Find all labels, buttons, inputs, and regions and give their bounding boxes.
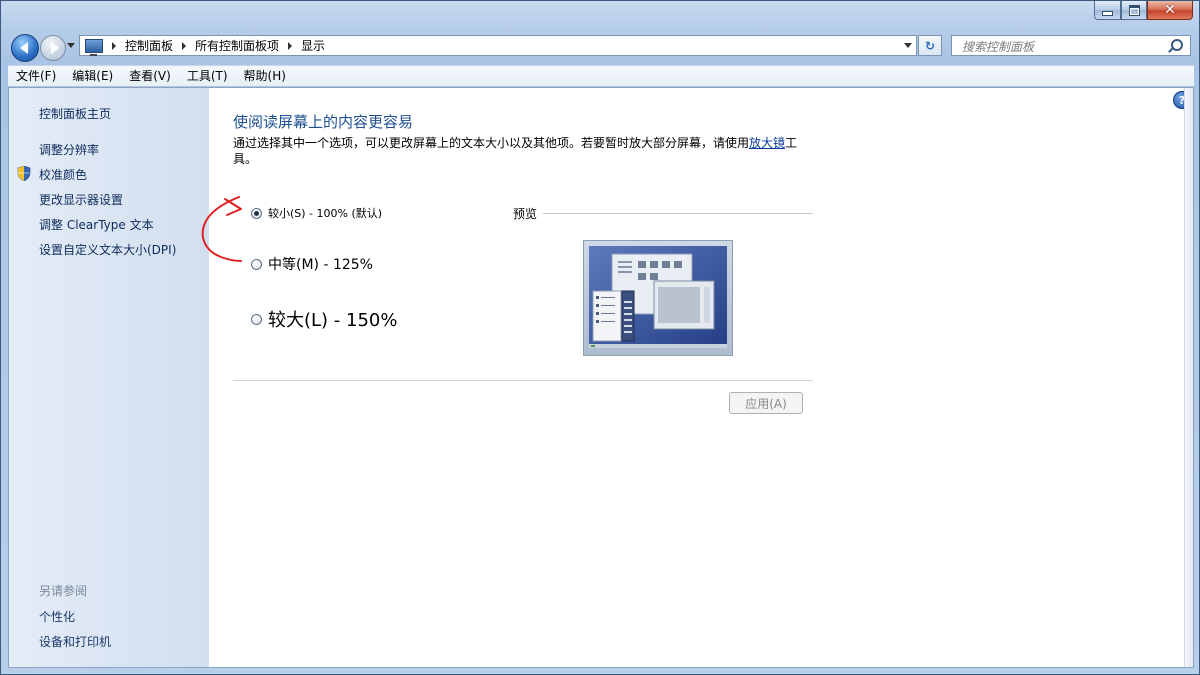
magnifier-link[interactable]: 放大镜 — [749, 136, 785, 150]
control-panel-window: ✕ 控制面板 所有控制面板项 显示 ↻ 文件(F) 编辑(E) 查看(V) 工具… — [0, 0, 1200, 675]
address-bar[interactable]: 控制面板 所有控制面板项 显示 — [79, 35, 917, 56]
maximize-button[interactable] — [1121, 1, 1147, 20]
description-text: 通过选择其中一个选项，可以更改屏幕上的文本大小以及其他项。若要暂时放大部分屏幕，… — [233, 136, 750, 150]
forward-arrow-icon — [50, 42, 59, 54]
forward-button[interactable] — [40, 35, 66, 61]
preview-image — [583, 240, 733, 356]
menu-help[interactable]: 帮助(H) — [236, 66, 294, 86]
minimize-icon — [1102, 10, 1113, 16]
refresh-icon: ↻ — [924, 38, 936, 53]
sidebar-link-control-panel-home[interactable]: 控制面板主页 — [39, 105, 111, 122]
caption-buttons: ✕ — [1094, 1, 1193, 20]
uac-shield-icon — [17, 166, 31, 181]
see-also-heading: 另请参阅 — [39, 584, 88, 598]
breadcrumb-control-panel[interactable]: 控制面板 — [125, 37, 173, 54]
option-smaller[interactable]: 较小(S) - 100% (默认) — [251, 205, 382, 221]
recent-pages-dropdown-icon[interactable] — [67, 43, 75, 48]
sidebar-link-change-display-settings[interactable]: 更改显示器设置 — [39, 191, 123, 208]
red-annotation-arrow — [201, 196, 242, 262]
preview-label: 预览 — [513, 207, 538, 221]
menu-view[interactable]: 查看(V) — [121, 66, 179, 86]
main-panel: ? 使阅读屏幕上的内容更容易 通过选择其中一个选项，可以更改屏幕上的文本大小以及… — [209, 88, 1193, 667]
breadcrumb-all-items[interactable]: 所有控制面板项 — [195, 37, 279, 54]
back-button[interactable] — [11, 34, 39, 62]
preview-divider — [543, 213, 813, 214]
menu-bar: 文件(F) 编辑(E) 查看(V) 工具(T) 帮助(H) — [8, 65, 1194, 87]
search-icon[interactable] — [1171, 39, 1183, 51]
sidebar: 控制面板主页 调整分辨率 校准颜色 更改显示器设置 调整 ClearType 文… — [9, 88, 209, 667]
option-medium-label[interactable]: 中等(M) - 125% — [268, 254, 373, 274]
preview-desktop-graphic — [589, 246, 727, 348]
content-area: 控制面板主页 调整分辨率 校准颜色 更改显示器设置 调整 ClearType 文… — [8, 87, 1194, 668]
breadcrumb-separator-icon[interactable] — [112, 41, 116, 50]
sidebar-link-devices-printers[interactable]: 设备和打印机 — [39, 633, 111, 650]
sidebar-link-personalization[interactable]: 个性化 — [39, 608, 75, 625]
sidebar-link-calibrate-color[interactable]: 校准颜色 — [39, 166, 87, 183]
sidebar-link-custom-text-size[interactable]: 设置自定义文本大小(DPI) — [39, 241, 176, 258]
minimize-button[interactable] — [1094, 1, 1121, 20]
page-description: 通过选择其中一个选项，可以更改屏幕上的文本大小以及其他项。若要暂时放大部分屏幕，… — [233, 135, 803, 167]
search-box[interactable] — [951, 35, 1191, 56]
option-larger[interactable]: 较大(L) - 150% — [251, 306, 397, 332]
menu-edit[interactable]: 编辑(E) — [64, 66, 121, 86]
option-larger-label[interactable]: 较大(L) - 150% — [268, 306, 397, 332]
close-icon: ✕ — [1164, 2, 1176, 18]
breadcrumb-separator-icon[interactable] — [288, 41, 293, 50]
address-dropdown-icon[interactable] — [904, 43, 912, 48]
sidebar-link-adjust-resolution[interactable]: 调整分辨率 — [39, 141, 99, 158]
search-input[interactable] — [960, 37, 1164, 56]
close-button[interactable]: ✕ — [1147, 1, 1193, 20]
menu-file[interactable]: 文件(F) — [8, 66, 64, 86]
option-smaller-label[interactable]: 较小(S) - 100% (默认) — [268, 205, 382, 221]
option-medium[interactable]: 中等(M) - 125% — [251, 254, 373, 274]
breadcrumb-separator-icon[interactable] — [182, 41, 187, 50]
refresh-button[interactable]: ↻ — [918, 35, 942, 56]
page-title: 使阅读屏幕上的内容更容易 — [233, 113, 414, 131]
back-arrow-icon — [19, 42, 28, 54]
radio-smaller[interactable] — [251, 207, 262, 219]
radio-medium[interactable] — [251, 258, 262, 270]
breadcrumb-display[interactable]: 显示 — [301, 37, 325, 54]
content-divider — [233, 380, 813, 381]
radio-larger[interactable] — [251, 313, 262, 325]
apply-button[interactable]: 应用(A) — [729, 392, 803, 414]
control-panel-icon — [85, 38, 103, 56]
maximize-icon — [1128, 4, 1140, 16]
right-edge-bar — [1184, 88, 1193, 667]
menu-tools[interactable]: 工具(T) — [179, 66, 236, 86]
sidebar-link-adjust-cleartype[interactable]: 调整 ClearType 文本 — [39, 216, 154, 233]
